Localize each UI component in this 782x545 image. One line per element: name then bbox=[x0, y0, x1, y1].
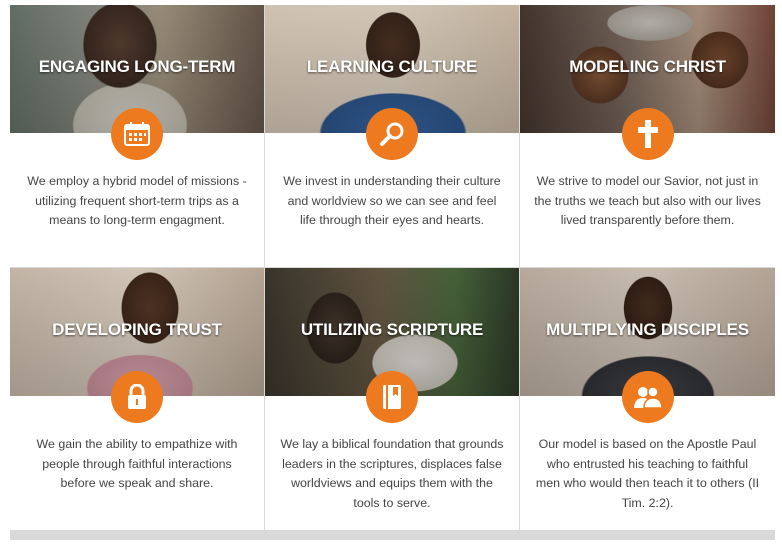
card-description: We employ a hybrid model of missions - u… bbox=[27, 174, 247, 227]
magnifier-icon bbox=[366, 108, 418, 160]
card-description: We invest in understanding their culture… bbox=[283, 174, 501, 227]
card-title: DEVELOPING TRUST bbox=[52, 320, 222, 339]
card-description: We strive to model our Savior, not just … bbox=[534, 174, 761, 227]
card-title: MULTIPLYING DISCIPLES bbox=[546, 320, 749, 339]
card-engaging-long-term: ENGAGING LONG-TERM We employ a hybrid mo… bbox=[10, 5, 265, 267]
card-description: Our model is based on the Apostle Paul w… bbox=[535, 437, 760, 510]
people-icon bbox=[621, 371, 674, 423]
card-description: We lay a biblical foundation that ground… bbox=[280, 437, 504, 510]
card-title: UTILIZING SCRIPTURE bbox=[300, 320, 484, 339]
card-developing-trust: DEVELOPING TRUST We gain the ability to … bbox=[10, 268, 265, 530]
card-title: MODELING CHRIST bbox=[569, 57, 726, 76]
card-learning-culture: LEARNING CULTURE We invest in understand… bbox=[265, 5, 520, 267]
calendar-icon bbox=[111, 108, 163, 160]
card-modeling-christ: MODELING CHRIST We strive to model our S… bbox=[520, 5, 775, 267]
book-icon bbox=[366, 371, 418, 423]
cross-icon bbox=[621, 108, 674, 160]
values-grid: ENGAGING LONG-TERM We employ a hybrid mo… bbox=[10, 5, 775, 540]
card-title: ENGAGING LONG-TERM bbox=[38, 57, 236, 76]
card-title: LEARNING CULTURE bbox=[306, 57, 478, 76]
card-utilizing-scripture: UTILIZING SCRIPTURE We lay a biblical fo… bbox=[265, 268, 520, 530]
card-multiplying-disciples: MULTIPLYING DISCIPLES Our model is based… bbox=[520, 268, 775, 530]
lock-icon bbox=[111, 371, 163, 423]
card-description: We gain the ability to empathize with pe… bbox=[36, 437, 238, 490]
